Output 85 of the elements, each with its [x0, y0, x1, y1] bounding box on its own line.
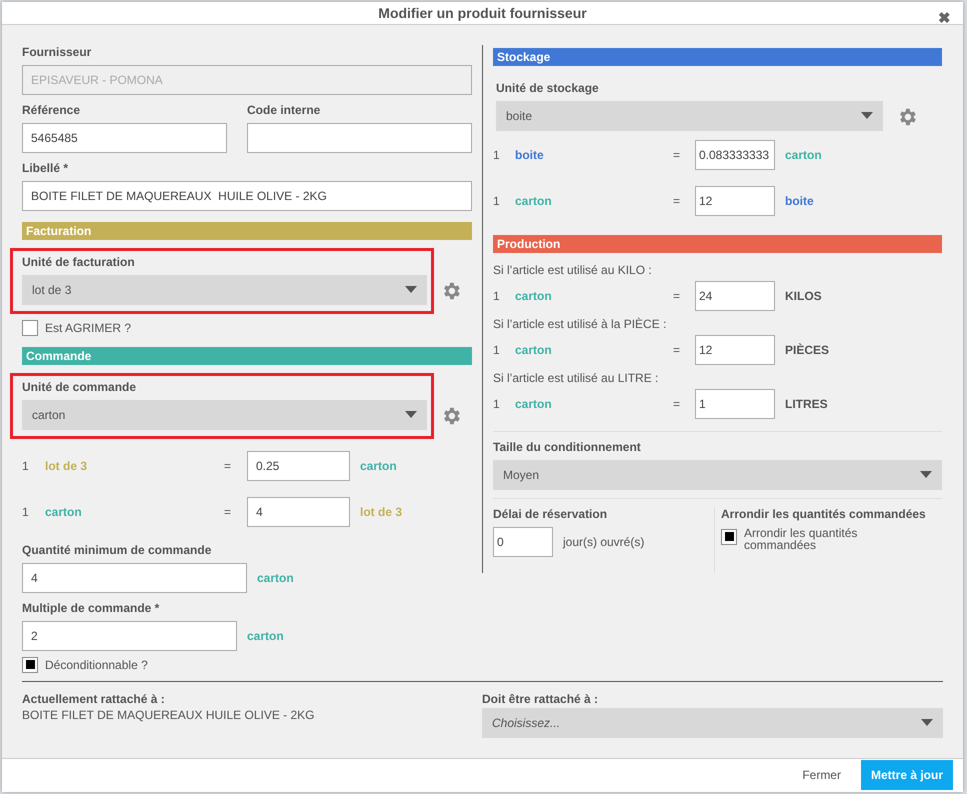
checkbox-label: Déconditionnable ? — [45, 658, 148, 672]
section-header: Facturation — [22, 222, 472, 240]
equals-sign: = — [673, 396, 682, 411]
field-label: Unité de stockage — [496, 80, 600, 95]
caret-icon — [920, 471, 932, 478]
field-label: Quantité minimum de commande — [22, 542, 212, 557]
checkbox[interactable] — [721, 528, 737, 545]
checkbox[interactable] — [22, 320, 38, 336]
label-field[interactable]: BOITE FILET DE MAQUEREAUX HUILE OLIVE - 2KG — [22, 180, 472, 211]
unit-text: KILOS — [785, 288, 823, 303]
equals-sign: = — [673, 148, 682, 162]
field-label: Taille du conditionnement — [493, 440, 642, 454]
unit-text: boite — [515, 148, 545, 162]
internal-code-field[interactable] — [247, 122, 472, 153]
field-label: Actuellement rattaché à : — [22, 692, 166, 706]
quantity-text: 1 — [22, 458, 30, 473]
conversion-input[interactable]: 1 — [695, 388, 775, 419]
equals-sign: = — [673, 194, 682, 208]
checkbox-label: Arrondir les quantités commandées — [744, 526, 858, 551]
conversion-input[interactable]: 4 — [247, 496, 350, 527]
unit-text: carton — [257, 570, 294, 585]
close-icon[interactable]: ✖ — [938, 11, 951, 26]
condition-text: Si l’article est utilisé au KILO : — [493, 262, 653, 277]
window-title: Modifier un produit fournisseur — [378, 4, 587, 21]
field-label: Unité de facturation — [22, 254, 136, 269]
equals-sign: = — [224, 504, 232, 519]
unit-text: carton — [515, 396, 553, 411]
field-label: Multiple de commande * — [22, 600, 160, 615]
field-label: Arrondir les quantités commandées — [721, 506, 927, 521]
field-label: Délai de réservation — [493, 506, 608, 521]
checkbox[interactable] — [22, 656, 38, 673]
quantity-text: 1 — [493, 148, 501, 162]
conversion-input[interactable]: 0.083333333 — [695, 140, 775, 170]
delay-field[interactable]: 0 — [493, 526, 553, 557]
unit-text: carton — [515, 288, 553, 303]
unit-text: carton — [515, 194, 553, 208]
unit-text: carton — [247, 628, 284, 643]
checkbox-label: Est AGRIMER ? — [45, 320, 132, 335]
equals-sign: = — [673, 288, 682, 303]
field-label: Doit être rattaché à : — [482, 692, 600, 706]
quantity-text: 1 — [493, 194, 501, 208]
reference-field[interactable]: 5465485 — [22, 122, 227, 153]
unit-text: LITRES — [785, 396, 829, 411]
size-select[interactable]: Moyen — [493, 460, 942, 490]
attach-select[interactable]: Choisissez... — [482, 708, 943, 738]
min-quantity-field[interactable]: 4 — [22, 562, 247, 593]
field-label: Unité de commande — [22, 380, 138, 394]
field-label: Référence — [22, 102, 82, 117]
quantity-text: 1 — [22, 504, 30, 519]
unit-select[interactable]: carton — [22, 400, 427, 430]
field-label: Fournisseur — [22, 44, 92, 59]
unit-text: lot de 3 — [360, 504, 404, 519]
unit-select[interactable]: lot de 3 — [22, 274, 427, 305]
equals-sign: = — [224, 458, 232, 473]
section-header: Production — [493, 234, 942, 253]
quantity-text: 1 — [493, 342, 501, 357]
field-label: Libellé * — [22, 160, 70, 175]
section-header: Stockage — [493, 48, 942, 66]
conversion-input[interactable]: 12 — [695, 334, 775, 365]
caret-icon — [861, 112, 873, 120]
unit-text: PIÈCES — [785, 342, 830, 357]
quantity-text: 1 — [493, 396, 501, 411]
condition-text: Si l’article est utilisé au LITRE : — [493, 370, 660, 385]
conversion-input[interactable]: 12 — [695, 186, 775, 216]
conversion-input[interactable]: 0.25 — [247, 450, 350, 481]
section-header: Commande — [22, 346, 472, 365]
caret-icon — [405, 411, 417, 418]
unit-text: carton — [45, 504, 83, 519]
multiple-field[interactable]: 2 — [22, 620, 237, 651]
unit-text: lot de 3 — [45, 458, 88, 473]
unit-text: carton — [785, 148, 823, 162]
attached-product-text: BOITE FILET DE MAQUEREAUX HUILE OLIVE - 2KG — [22, 708, 315, 722]
condition-text: Si l’article est utilisé à la PIÈCE : — [493, 316, 668, 331]
unit-text: jour(s) ouvré(s) — [563, 534, 644, 549]
conversion-input[interactable]: 24 — [695, 280, 775, 311]
caret-icon — [405, 286, 417, 294]
close-button[interactable]: Fermer — [796, 767, 847, 784]
equals-sign: = — [673, 342, 682, 357]
unit-text: boite — [785, 194, 815, 208]
quantity-text: 1 — [493, 288, 501, 303]
unit-text: carton — [515, 342, 553, 357]
field-label: Code interne — [247, 102, 322, 117]
unit-text: carton — [360, 458, 398, 473]
caret-icon — [921, 719, 933, 726]
unit-select[interactable]: boite — [496, 100, 883, 131]
